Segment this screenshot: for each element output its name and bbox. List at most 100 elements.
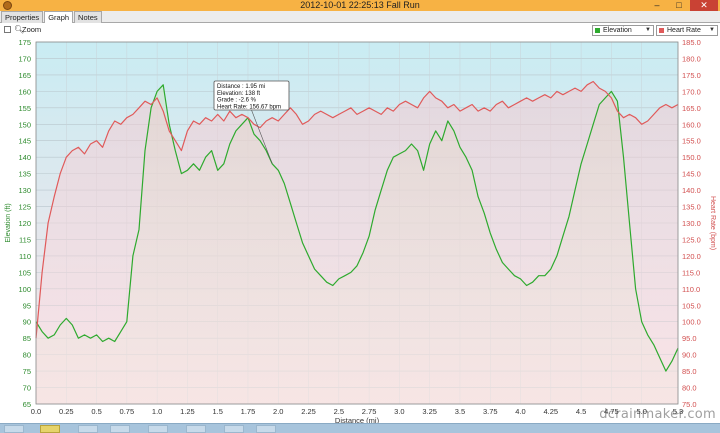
y-left-tick-label: 110 [19,252,31,261]
y-right-axis-label: Heart Rate (bpm) [709,196,716,250]
graph-panel: 65 70 75 80 85 90 95 100 105 110 115 120 125 130 135 14… [0,37,720,425]
y-right-tick-label: 140.0 [682,186,701,195]
x-tick-label: 3.75 [483,407,498,416]
y-right-tick-label: 125.0 [682,235,701,244]
y-left-tick-label: 155 [18,104,31,113]
y-right-tick-label: 95.0 [682,334,697,343]
tooltip-line: Elevation: 138 ft [217,91,260,97]
y-left-tick-label: 150 [18,120,31,129]
taskbar-app[interactable] [256,425,276,433]
y-right-tick-label: 115.0 [682,268,700,277]
taskbar-app[interactable] [78,425,98,433]
heart-rate-swatch [659,28,664,33]
taskbar-app[interactable] [148,425,168,433]
x-tick-label: 1.0 [152,407,162,416]
y-right-tick-label: 90.0 [682,351,697,360]
heart-rate-area [36,81,678,404]
y-left-tick-label: 165 [18,71,31,80]
y-left-tick-label: 115 [19,235,31,244]
x-tick-label: 0.75 [120,407,135,416]
y-left-tick-label: 175 [18,38,31,47]
tab-notes[interactable]: Notes [74,11,102,23]
elevation-swatch [595,28,600,33]
y-right-tick-label: 135.0 [682,203,701,212]
taskbar-app[interactable] [224,425,244,433]
x-tick-label: 3.5 [455,407,465,416]
y-left-tick-label: 130 [18,186,31,195]
tooltip-line: Grade : -2.6 % [217,98,257,104]
chevron-down-icon: ▼ [709,27,715,33]
x-axis-label: Distance (mi) [335,416,380,423]
x-tick-label: 3.25 [422,407,437,416]
y-left-tick-label: 160 [18,87,31,96]
close-button[interactable]: ✕ [690,0,718,11]
series-fills [36,81,678,405]
graph-toolbar: 🔍︎ Zoom Elevation ▼ Heart Rate ▼ [0,23,720,37]
y-right-tick-label: 170.0 [682,87,701,96]
maximize-button[interactable]: □ [668,0,690,11]
zoom-label: Zoom [22,25,42,34]
taskbar-start[interactable] [4,425,24,433]
elevation-heart-rate-chart[interactable]: 65 70 75 80 85 90 95 100 105 110 115 120 125 130 135 14… [0,37,720,425]
y-right-tick-label: 100.0 [682,318,701,327]
y-right-tick-label: 165.0 [682,104,701,113]
y-left-tick-label: 65 [23,400,31,409]
y-left-tick-label: 170 [18,54,31,63]
y-right-tick-label: 105.0 [682,301,701,310]
chevron-down-icon: ▼ [645,27,651,33]
y-right-tick-label: 110.0 [682,285,700,294]
y-left-tick-label: 145 [18,137,31,146]
y-left-tick-label: 95 [23,301,31,310]
y-left-tick-label: 80 [23,351,31,360]
taskbar-app-active[interactable] [40,425,60,433]
y-right-tick-label: 160.0 [682,120,701,129]
x-tick-label: 2.5 [334,407,344,416]
x-tick-label: 0.5 [91,407,101,416]
y-right-tick-label: 180.0 [682,54,701,63]
y-right-tick-label: 80.0 [682,384,697,393]
y-left-tick-label: 70 [23,384,31,393]
window-controls: – □ ✕ [646,0,718,11]
y-left-tick-label: 120 [18,219,31,228]
x-tick-label: 0.25 [59,407,74,416]
y-right-tick-label: 120.0 [682,252,701,261]
x-tick-label: 1.75 [241,407,256,416]
taskbar-app[interactable] [186,425,206,433]
y-right-tick-label: 85.0 [682,367,697,376]
x-tick-label: 4.25 [544,407,559,416]
right-series-select[interactable]: Heart Rate ▼ [656,25,718,36]
y-left-tick-label: 85 [23,334,31,343]
y-left-tick-label: 135 [18,170,31,179]
y-right-tick-label: 130.0 [682,219,701,228]
window-titlebar: 2012-10-01 22:25:13 Fall Run – □ ✕ [0,0,720,11]
tab-strip: Properties Graph Notes [0,11,720,24]
y-right-tick-label: 185.0 [682,38,701,47]
x-tick-label: 1.5 [212,407,222,416]
y-right-tick-label: 155.0 [682,137,701,146]
y-left-tick-label: 90 [23,318,31,327]
x-tick-label: 4.0 [515,407,525,416]
y-left-tick-label: 100 [18,285,31,294]
left-series-label: Elevation [603,27,632,34]
tooltip-line: Heart Rate: 156.67 bpm [217,104,281,110]
tab-properties[interactable]: Properties [1,11,44,23]
x-tick-label: 2.25 [301,407,316,416]
y-right-tick-label: 175.0 [682,71,701,80]
x-tick-label: 3.0 [394,407,404,416]
y-left-tick-label: 105 [18,268,31,277]
minimize-button[interactable]: – [646,0,668,11]
watermark: dcrainmaker.com [599,407,716,422]
zoom-checkbox[interactable] [4,26,11,33]
taskbar-app[interactable] [110,425,130,433]
x-tick-label: 2.0 [273,407,283,416]
right-series-label: Heart Rate [667,27,701,34]
left-series-select[interactable]: Elevation ▼ [592,25,654,36]
y-right-tick-label: 150.0 [682,153,701,162]
tooltip-line: Distance : 1.95 mi [217,84,265,90]
y-left-tick-label: 140 [18,153,31,162]
y-left-tick-label: 125 [18,203,31,212]
y-left-axis-label: Elevation (ft) [5,203,12,242]
x-tick-label: 0.0 [31,407,41,416]
y-right-tick-label: 145.0 [682,170,701,179]
x-tick-label: 4.5 [576,407,586,416]
